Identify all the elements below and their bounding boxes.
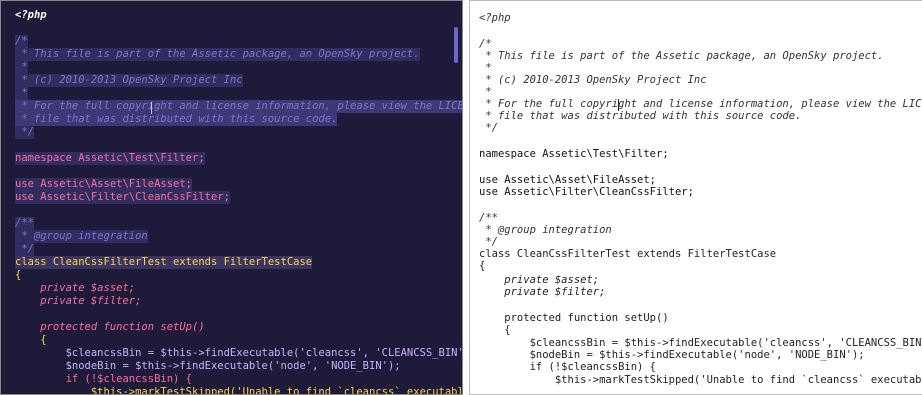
- code-line: * (c) 2010-2013 OpenSky Project Inc: [479, 74, 707, 86]
- code-line: use Assetic\Filter\CleanCssFilter;: [479, 186, 694, 198]
- dark-code-editor-pane[interactable]: <?php /* * This file is part of the Asse…: [0, 0, 463, 395]
- code-line: {: [479, 260, 486, 272]
- code-line: */: [479, 122, 498, 134]
- text-cursor: [151, 102, 152, 114]
- code-line: /**: [15, 217, 34, 230]
- scrollbar-thumb[interactable]: [454, 27, 458, 63]
- code-line: *: [15, 87, 28, 100]
- code-line: */: [15, 126, 34, 139]
- code-line: $this->markTestSkipped('Unable to find `…: [479, 374, 922, 386]
- code-line: <?php: [15, 9, 47, 21]
- code-line: private $filter;: [15, 295, 142, 307]
- code-line: private $asset;: [15, 282, 136, 294]
- code-line: * For the full copyright and license inf…: [15, 100, 462, 113]
- code-line: * file that was distributed with this so…: [479, 110, 802, 122]
- code-line: class CleanCssFilterTest extends FilterT…: [15, 256, 313, 269]
- code-line: /*: [15, 35, 28, 48]
- dark-code-area[interactable]: <?php /* * This file is part of the Asse…: [1, 1, 462, 394]
- code-line: $cleancssBin = $this->findExecutable('cl…: [15, 347, 463, 359]
- code-line: protected function setUp(): [15, 321, 205, 333]
- code-line: if (!$cleancssBin) {: [479, 361, 657, 373]
- code-line: namespace Assetic\Test\Filter;: [15, 152, 205, 165]
- text-cursor: [618, 99, 619, 111]
- code-line: {: [15, 269, 22, 281]
- code-line: * @group integration: [15, 230, 148, 243]
- code-line: * This file is part of the Assetic packa…: [479, 50, 884, 62]
- code-line: use Assetic\Filter\CleanCssFilter;: [15, 191, 230, 204]
- code-line: use Assetic\Asset\FileAsset;: [15, 178, 193, 191]
- code-line: {: [479, 324, 511, 336]
- code-line: * (c) 2010-2013 OpenSky Project Inc: [15, 74, 243, 87]
- code-line: namespace Assetic\Test\Filter;: [479, 148, 669, 160]
- code-line: $this->markTestSkipped('Unable to find `…: [15, 386, 463, 395]
- light-code-area[interactable]: <?php /* * This file is part of the Asse…: [470, 1, 922, 394]
- code-line: *: [15, 61, 28, 74]
- code-line: * This file is part of the Assetic packa…: [15, 48, 420, 61]
- code-line: if (!$cleancssBin) {: [15, 373, 193, 385]
- code-line: private $filter;: [479, 286, 606, 298]
- code-line: $nodeBin = $this->findExecutable('node',…: [15, 360, 401, 372]
- code-line: <?php: [479, 12, 511, 24]
- code-line: class CleanCssFilterTest extends FilterT…: [479, 248, 777, 260]
- code-line: */: [15, 243, 34, 256]
- code-line: {: [15, 334, 47, 346]
- code-line: * @group integration: [479, 224, 612, 236]
- code-line: * file that was distributed with this so…: [15, 113, 338, 126]
- light-code-editor-pane[interactable]: <?php /* * This file is part of the Asse…: [469, 0, 922, 395]
